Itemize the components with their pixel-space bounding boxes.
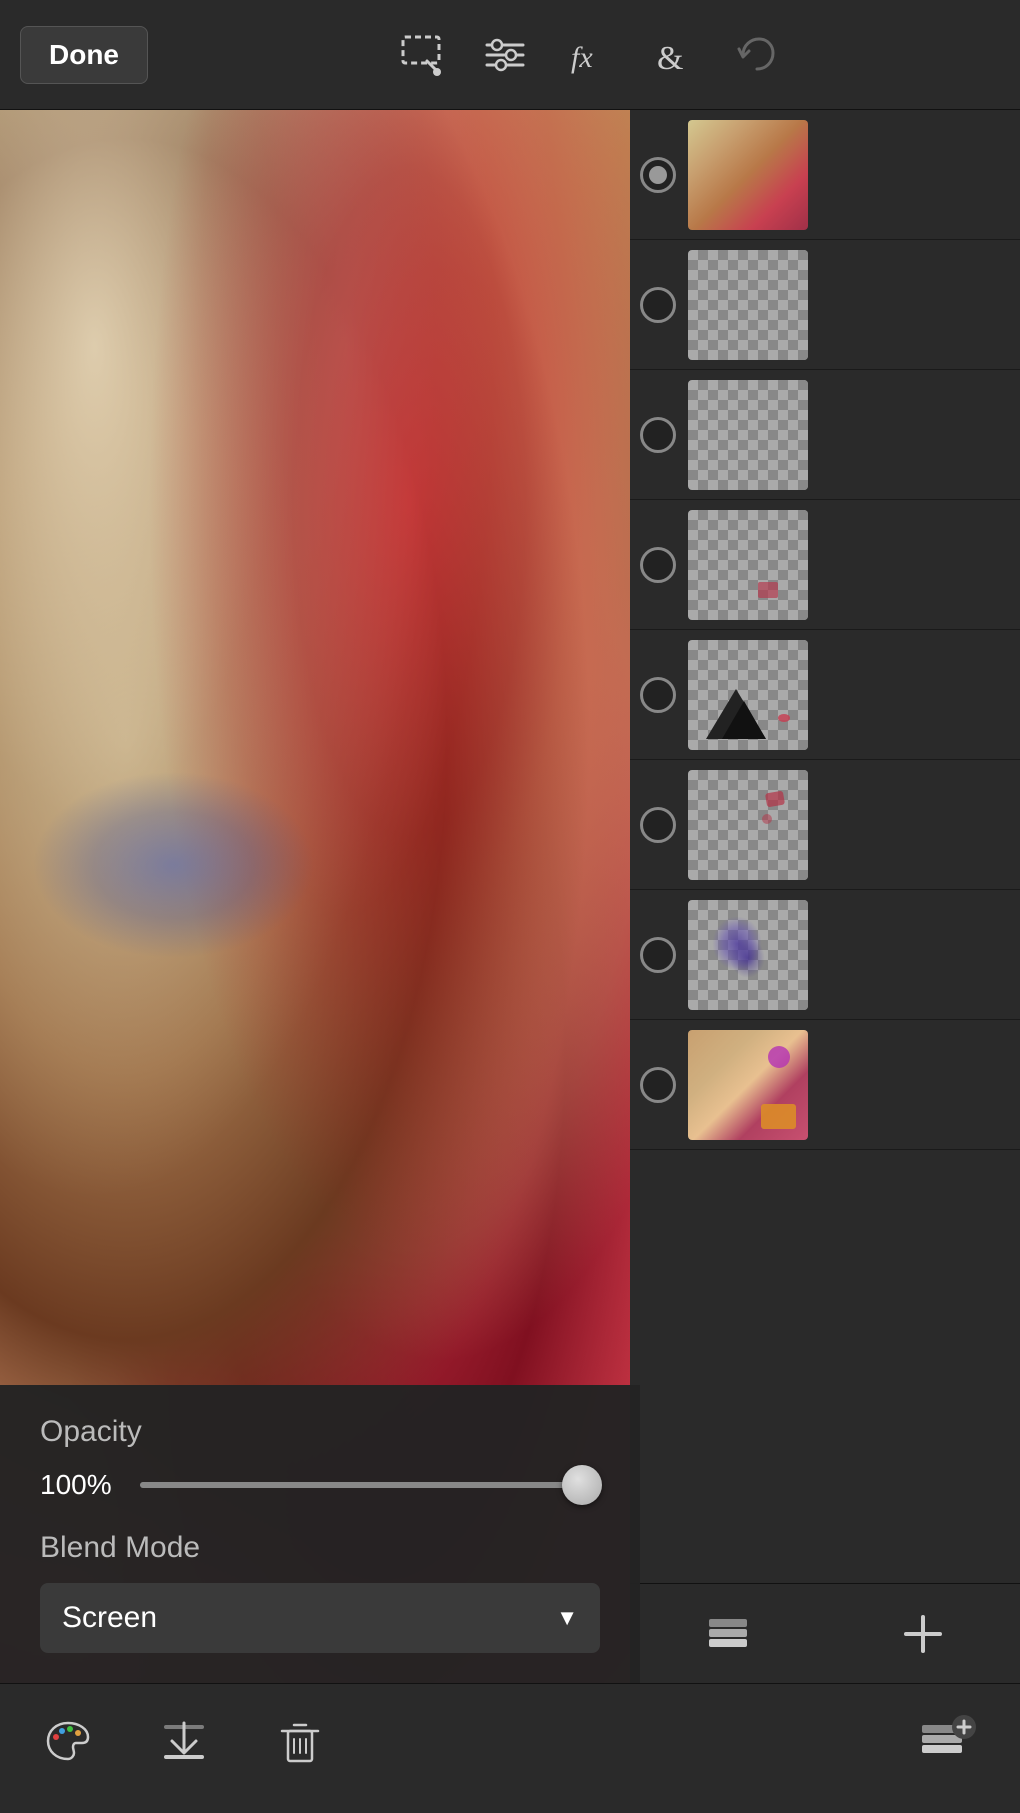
layer-radio[interactable] bbox=[640, 937, 676, 973]
layer-item[interactable] bbox=[630, 110, 1020, 240]
done-button[interactable]: Done bbox=[20, 26, 148, 84]
bottom-tools-left bbox=[40, 1715, 328, 1782]
layers-bottom-bar bbox=[630, 1583, 1020, 1683]
blend-opacity-panel: Opacity 100% Blend Mode Screen ▼ bbox=[0, 1385, 640, 1683]
dropdown-arrow-icon: ▼ bbox=[556, 1605, 578, 1631]
layer-thumbnail bbox=[688, 250, 808, 360]
layer-item[interactable] bbox=[630, 370, 1020, 500]
fx-icon[interactable]: fx bbox=[567, 33, 611, 77]
layer-item[interactable] bbox=[630, 500, 1020, 630]
layer-item[interactable] bbox=[630, 630, 1020, 760]
layer-radio[interactable] bbox=[640, 417, 676, 453]
layer-item[interactable] bbox=[630, 1020, 1020, 1150]
selection-tool-icon[interactable] bbox=[399, 33, 443, 77]
layer-item[interactable] bbox=[630, 760, 1020, 890]
svg-text:&: & bbox=[657, 40, 683, 77]
undo-icon[interactable] bbox=[735, 33, 779, 77]
merge-icon[interactable]: & bbox=[651, 33, 695, 77]
blend-mode-label: Blend Mode bbox=[40, 1531, 600, 1565]
adjustments-icon[interactable] bbox=[483, 33, 527, 77]
layer-thumbnail bbox=[688, 900, 808, 1010]
layer-item[interactable] bbox=[630, 240, 1020, 370]
layer-radio[interactable] bbox=[640, 677, 676, 713]
layers-panel bbox=[630, 110, 1020, 1683]
opacity-slider[interactable] bbox=[140, 1482, 600, 1488]
layer-thumbnail bbox=[688, 1030, 808, 1140]
layer-thumbnail bbox=[688, 640, 808, 750]
layer-thumbnail bbox=[688, 380, 808, 490]
layer-item[interactable] bbox=[630, 890, 1020, 1020]
opacity-row: 100% bbox=[40, 1469, 600, 1501]
opacity-label: Opacity bbox=[40, 1415, 600, 1449]
top-toolbar: Done fx bbox=[0, 0, 1020, 110]
layer-thumbnail bbox=[688, 510, 808, 620]
toolbar-icons: fx & bbox=[178, 33, 1000, 77]
layer-radio[interactable] bbox=[640, 807, 676, 843]
opacity-value: 100% bbox=[40, 1469, 120, 1501]
layer-radio[interactable] bbox=[640, 1067, 676, 1103]
layer-radio[interactable] bbox=[640, 287, 676, 323]
opacity-fill bbox=[140, 1482, 600, 1488]
layer-radio[interactable] bbox=[640, 547, 676, 583]
layer-thumbnail bbox=[688, 120, 808, 230]
merge-down-icon[interactable] bbox=[156, 1715, 212, 1782]
layer-thumbnail bbox=[688, 770, 808, 880]
delete-layer-icon[interactable] bbox=[272, 1715, 328, 1782]
blend-mode-value: Screen bbox=[62, 1601, 157, 1635]
svg-text:fx: fx bbox=[571, 41, 593, 74]
opacity-thumb[interactable] bbox=[562, 1465, 602, 1505]
add-layer-button[interactable] bbox=[898, 1609, 948, 1659]
bottom-toolbar bbox=[0, 1683, 1020, 1813]
add-layer-bottom-icon[interactable] bbox=[916, 1711, 980, 1786]
layer-radio[interactable] bbox=[640, 157, 676, 193]
blend-mode-select[interactable]: Screen ▼ bbox=[40, 1583, 600, 1653]
layers-view-button[interactable] bbox=[703, 1609, 753, 1659]
palette-icon[interactable] bbox=[40, 1715, 96, 1782]
